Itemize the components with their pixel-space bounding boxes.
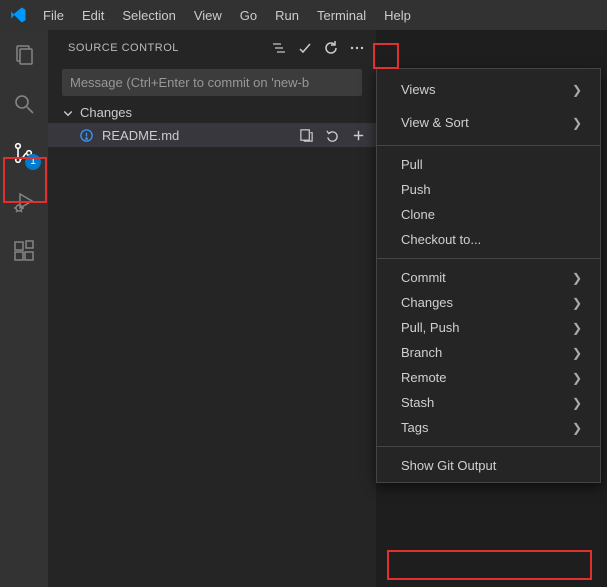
scm-header: SOURCE CONTROL xyxy=(48,30,376,65)
chevron-down-icon xyxy=(62,107,74,119)
chevron-right-icon: ❯ xyxy=(572,116,582,130)
discard-icon[interactable] xyxy=(322,125,342,145)
chevron-right-icon: ❯ xyxy=(572,296,582,310)
scm-badge: 1 xyxy=(25,154,41,170)
run-debug-icon[interactable] xyxy=(10,188,38,216)
menu-separator xyxy=(377,258,600,259)
scm-context-menu: Views❯ View & Sort❯ Pull Push Clone Chec… xyxy=(376,68,601,483)
menu-help[interactable]: Help xyxy=(377,4,418,27)
menu-run[interactable]: Run xyxy=(268,4,306,27)
menubar: File Edit Selection View Go Run Terminal… xyxy=(0,0,607,30)
menu-changes[interactable]: Changes❯ xyxy=(377,290,600,315)
file-modified-icon xyxy=(76,125,96,145)
menu-views[interactable]: Views❯ xyxy=(377,73,600,106)
chevron-right-icon: ❯ xyxy=(572,396,582,410)
search-icon[interactable] xyxy=(10,90,38,118)
menu-branch[interactable]: Branch❯ xyxy=(377,340,600,365)
menu-stash[interactable]: Stash❯ xyxy=(377,390,600,415)
menu-view[interactable]: View xyxy=(187,4,229,27)
source-control-icon[interactable]: 1 xyxy=(10,139,38,167)
menu-commit[interactable]: Commit❯ xyxy=(377,265,600,290)
chevron-right-icon: ❯ xyxy=(572,83,582,97)
scm-title: SOURCE CONTROL xyxy=(68,42,264,54)
stage-plus-icon[interactable] xyxy=(348,125,368,145)
file-name: README.md xyxy=(102,128,290,143)
changes-section[interactable]: Changes xyxy=(48,102,376,123)
menu-pull[interactable]: Pull xyxy=(377,152,600,177)
menu-separator xyxy=(377,145,600,146)
activity-bar: 1 xyxy=(0,30,48,587)
open-file-icon[interactable] xyxy=(296,125,316,145)
menu-terminal[interactable]: Terminal xyxy=(310,4,373,27)
chevron-right-icon: ❯ xyxy=(572,371,582,385)
section-label: Changes xyxy=(80,105,132,120)
more-actions-icon[interactable] xyxy=(346,37,368,59)
vscode-logo-icon xyxy=(8,5,28,25)
menu-selection[interactable]: Selection xyxy=(115,4,182,27)
menu-checkout[interactable]: Checkout to... xyxy=(377,227,600,252)
menu-remote[interactable]: Remote❯ xyxy=(377,365,600,390)
commit-check-icon[interactable] xyxy=(294,37,316,59)
extensions-icon[interactable] xyxy=(10,237,38,265)
commit-message-input[interactable]: Message (Ctrl+Enter to commit on 'new-b xyxy=(62,69,362,96)
menu-pull-push[interactable]: Pull, Push❯ xyxy=(377,315,600,340)
menu-file[interactable]: File xyxy=(36,4,71,27)
chevron-right-icon: ❯ xyxy=(572,421,582,435)
chevron-right-icon: ❯ xyxy=(572,346,582,360)
menu-go[interactable]: Go xyxy=(233,4,264,27)
view-tree-icon[interactable] xyxy=(268,37,290,59)
menu-tags[interactable]: Tags❯ xyxy=(377,415,600,440)
menu-edit[interactable]: Edit xyxy=(75,4,111,27)
explorer-icon[interactable] xyxy=(10,41,38,69)
scm-sidebar: SOURCE CONTROL Message (Ctrl+Enter to co… xyxy=(48,30,376,587)
menu-push[interactable]: Push xyxy=(377,177,600,202)
refresh-icon[interactable] xyxy=(320,37,342,59)
chevron-right-icon: ❯ xyxy=(572,271,582,285)
menu-view-sort[interactable]: View & Sort❯ xyxy=(377,106,600,139)
menu-separator xyxy=(377,446,600,447)
chevron-right-icon: ❯ xyxy=(572,321,582,335)
menu-show-git-output[interactable]: Show Git Output xyxy=(377,453,600,478)
menu-clone[interactable]: Clone xyxy=(377,202,600,227)
file-row[interactable]: README.md xyxy=(48,123,376,147)
